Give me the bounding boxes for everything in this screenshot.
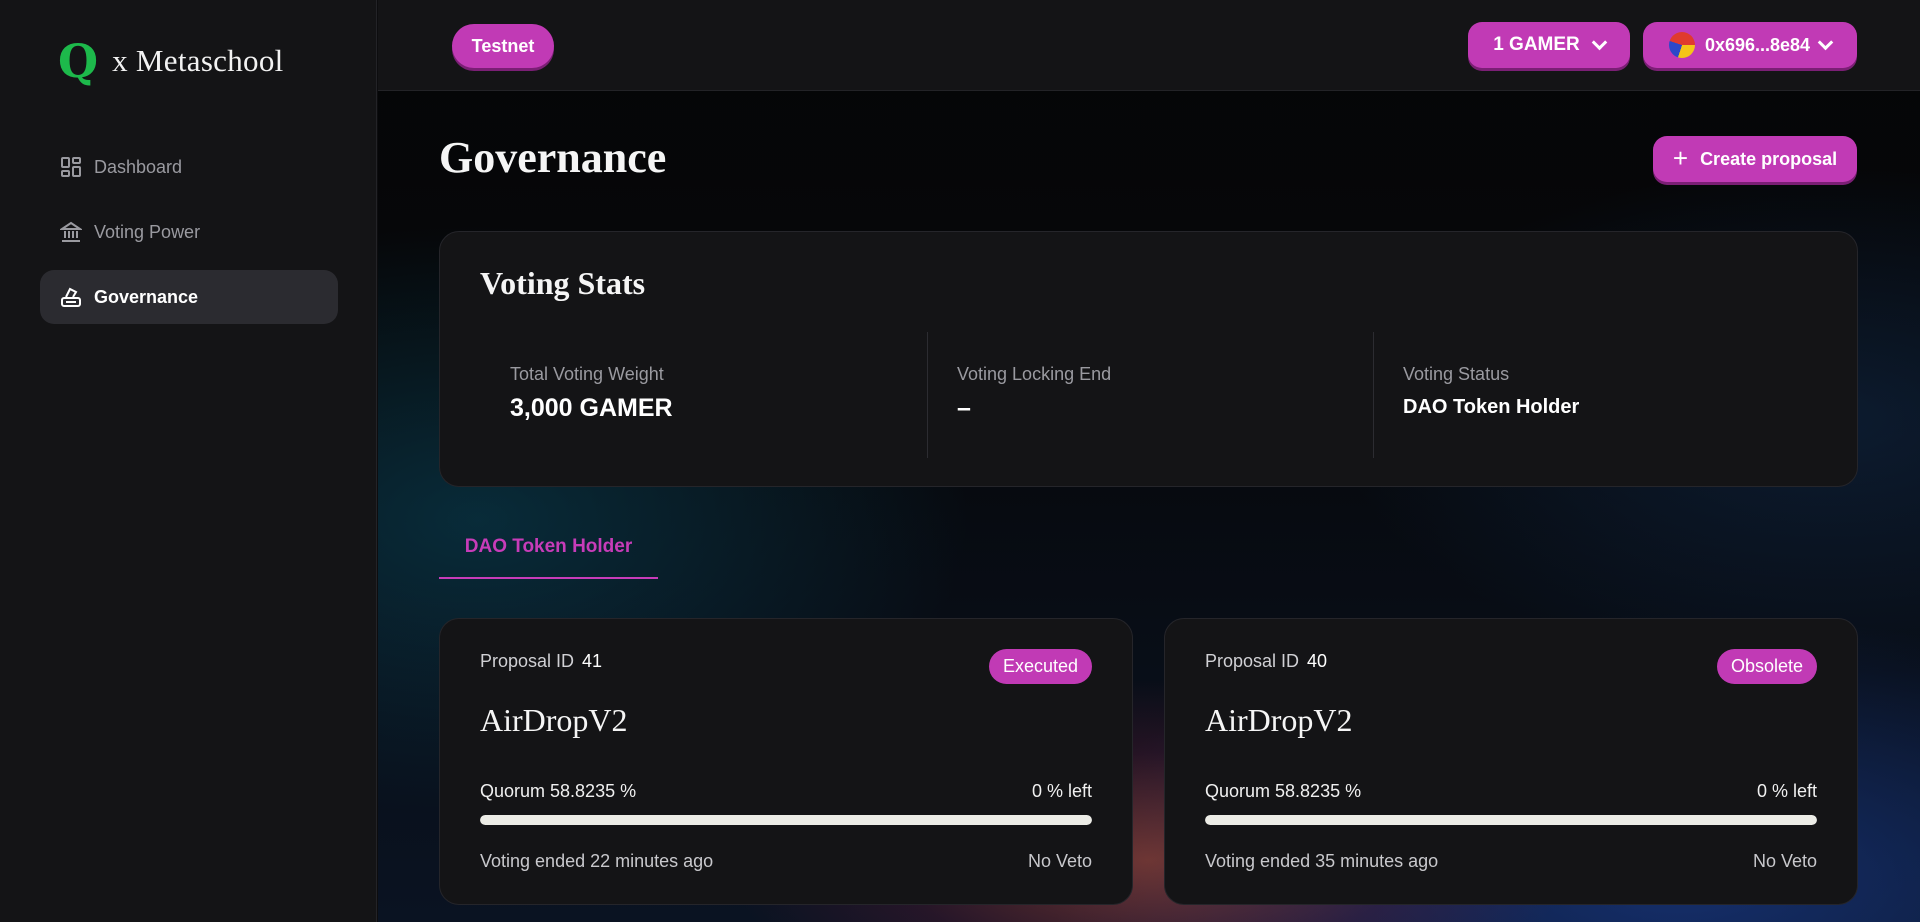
bank-icon <box>60 221 82 243</box>
brand-name: x Metaschool <box>112 43 284 78</box>
proposal-title: AirDropV2 <box>480 702 628 738</box>
governance-icon <box>60 286 82 308</box>
top-bar: Testnet 1 GAMER 0x696...8e84 <box>378 0 1920 91</box>
status-badge: Obsolete <box>1716 649 1817 684</box>
veto-status: No Veto <box>1752 851 1817 871</box>
proposal-id: Proposal ID 41 <box>480 651 602 672</box>
progress-bar-fill <box>1205 815 1817 825</box>
proposal-id-value: 41 <box>582 651 603 671</box>
sidebar: Q x Metaschool Dashboard Voting Power Go… <box>0 0 377 922</box>
divider <box>1373 332 1374 458</box>
sidebar-item-governance[interactable]: Governance <box>40 270 338 324</box>
wallet-avatar-icon <box>1668 32 1695 58</box>
percent-left: 0 % left <box>1031 781 1092 801</box>
chevron-down-icon <box>1817 34 1834 50</box>
stat-value: – <box>957 394 971 422</box>
stat-label: Voting Locking End <box>957 364 1112 384</box>
proposal-id-label: Proposal ID <box>1205 651 1300 671</box>
create-proposal-button[interactable]: + Create proposal <box>1653 136 1857 182</box>
status-badge: Executed <box>988 649 1092 684</box>
proposal-id-label: Proposal ID <box>480 651 575 671</box>
plus-icon: + <box>1672 143 1689 173</box>
voting-ended-text: Voting ended 22 minutes ago <box>480 851 714 871</box>
sidebar-item-label: Dashboard <box>94 156 183 177</box>
proposal-card[interactable]: Proposal ID 41 Executed AirDropV2 Quorum … <box>439 618 1133 905</box>
voting-stats-title: Voting Stats <box>480 265 646 301</box>
wallet-dropdown[interactable]: 0x696...8e84 <box>1643 22 1857 68</box>
quorum-label: Quorum 58.8235 % <box>480 781 637 801</box>
proposal-id-value: 40 <box>1307 651 1328 671</box>
veto-status: No Veto <box>1027 851 1092 871</box>
stat-label: Total Voting Weight <box>510 364 664 384</box>
logo[interactable]: Q x Metaschool <box>58 38 284 84</box>
balance-dropdown[interactable]: 1 GAMER <box>1468 22 1630 68</box>
sidebar-item-dashboard[interactable]: Dashboard <box>40 140 338 194</box>
tab-dao-token-holder[interactable]: DAO Token Holder <box>439 536 658 579</box>
percent-left: 0 % left <box>1756 781 1817 801</box>
page-title: Governance <box>439 133 667 182</box>
stat-value: 3,000 GAMER <box>510 394 673 422</box>
wallet-address: 0x696...8e84 <box>1704 34 1811 55</box>
balance-label: 1 GAMER <box>1493 34 1580 55</box>
progress-bar <box>480 815 1092 825</box>
stat-label: Voting Status <box>1403 364 1510 384</box>
sidebar-nav: Dashboard Voting Power Governance <box>40 140 338 335</box>
proposal-card[interactable]: Proposal ID 40 Obsolete AirDropV2 Quorum … <box>1164 618 1858 905</box>
main-content: Testnet 1 GAMER 0x696...8e84 Governance … <box>378 0 1920 922</box>
create-proposal-label: Create proposal <box>1700 148 1838 169</box>
chevron-down-icon <box>1591 34 1608 50</box>
stat-value: DAO Token Holder <box>1403 396 1580 418</box>
dashboard-icon <box>60 156 82 178</box>
divider <box>927 332 928 458</box>
quorum-label: Quorum 58.8235 % <box>1205 781 1362 801</box>
network-badge[interactable]: Testnet <box>452 24 554 68</box>
proposal-title: AirDropV2 <box>1205 702 1353 738</box>
progress-bar-fill <box>480 815 1092 825</box>
voting-ended-text: Voting ended 35 minutes ago <box>1205 851 1439 871</box>
voting-stats-card: Voting Stats Total Voting Weight 3,000 G… <box>439 231 1858 487</box>
q-logo-icon: Q <box>58 34 99 88</box>
sidebar-item-label: Governance <box>94 286 199 307</box>
proposal-id: Proposal ID 40 <box>1205 651 1327 672</box>
progress-bar <box>1205 815 1817 825</box>
sidebar-item-label: Voting Power <box>94 221 201 242</box>
sidebar-item-voting-power[interactable]: Voting Power <box>40 205 338 259</box>
